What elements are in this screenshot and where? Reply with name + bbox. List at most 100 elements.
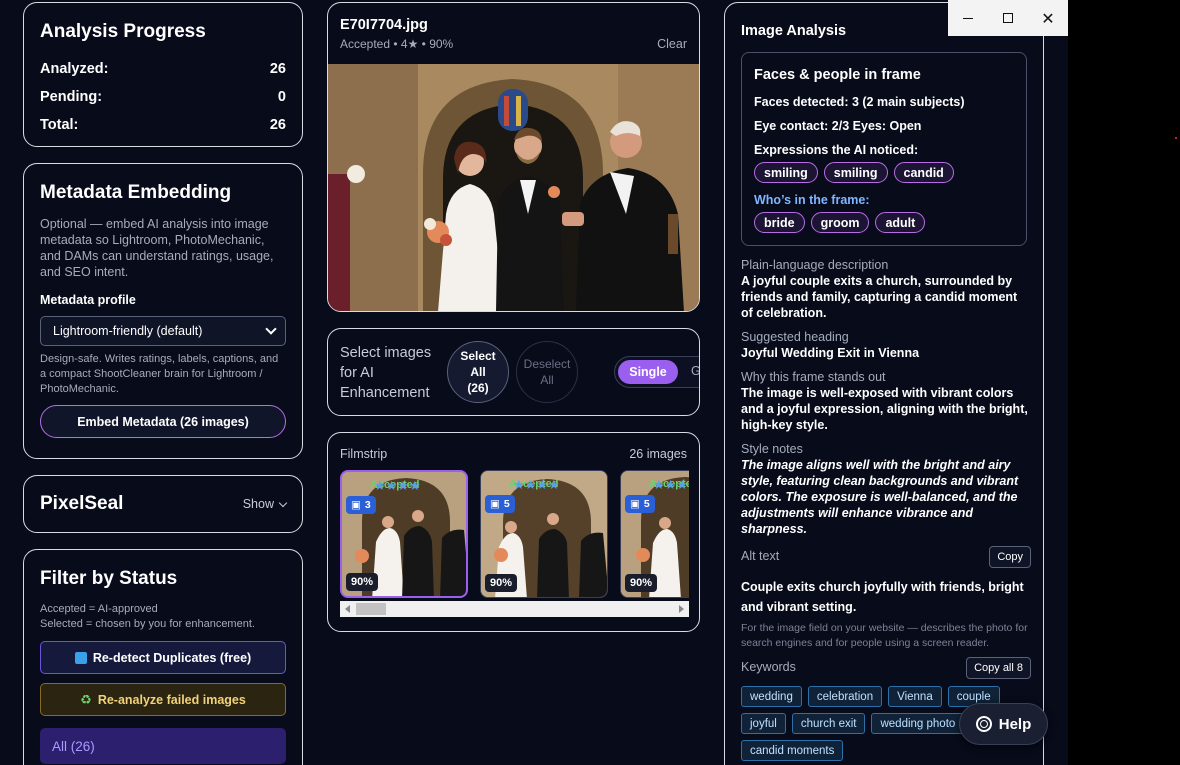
description-text: A joyful couple exits a church, surround… [741, 274, 1018, 320]
duplicates-icon: ▣ [351, 499, 361, 511]
mode-grid-option[interactable]: Grid [691, 364, 699, 378]
mode-single-option[interactable]: Single [618, 360, 678, 384]
deselect-all-button[interactable]: Deselect All [516, 341, 578, 403]
alt-text-hint: For the image field on your website — de… [741, 622, 1028, 649]
expression-pill: smiling [754, 162, 818, 183]
filmstrip-thumb[interactable]: Accepted ★★★★ ▣ 3 90% [340, 470, 468, 598]
scroll-right-arrow-icon[interactable] [679, 605, 684, 613]
metadata-profile-select[interactable]: Lightroom-friendly (default) [40, 316, 286, 346]
filter-title: Filter by Status [40, 568, 178, 589]
expressions-label: Expressions the AI noticed: [754, 143, 919, 157]
main-photo[interactable] [328, 64, 699, 311]
keyword-chip[interactable]: candid moments [741, 740, 844, 761]
minimize-button[interactable] [948, 0, 988, 36]
style-section: Style notes The image aligns well with t… [741, 442, 1031, 537]
progress-label: Pending: [40, 89, 103, 105]
progress-value: 0 [277, 89, 286, 105]
select-all-button[interactable]: Select All (26) [447, 341, 509, 403]
metadata-profile-hint: Design-safe. Writes ratings, labels, cap… [40, 353, 279, 395]
pixelseal-card[interactable]: PixelSeal Show [23, 475, 303, 533]
expression-pills: smiling smiling candid [754, 162, 1014, 183]
alt-text-label: Alt text [741, 549, 780, 563]
faces-title: Faces & people in frame [754, 67, 921, 83]
pixelseal-show-toggle[interactable]: Show [242, 497, 288, 511]
filmstrip-thumb[interactable]: Accepted ★★★★ ▣5 90% [620, 470, 689, 598]
keyword-chip[interactable]: Vienna [888, 686, 942, 707]
app-window: Analysis Progress Analyzed: 26 Pending: … [0, 0, 1068, 765]
metadata-title: Metadata Embedding [40, 182, 232, 203]
alt-text-section: Alt text Copy Couple exits church joyful… [741, 546, 1031, 651]
pixelseal-show-label: Show [242, 497, 274, 511]
metadata-profile-value: Lightroom-friendly (default) [53, 324, 203, 338]
select-all-count: (26) [467, 381, 489, 395]
style-text: The image aligns well with the bright an… [741, 458, 1019, 536]
lifebuoy-icon [975, 716, 992, 732]
redetect-duplicates-button[interactable]: Re-detect Duplicates (free) [40, 641, 286, 674]
why-text: The image is well-exposed with vibrant c… [741, 386, 1028, 432]
duplicate-badge: ▣ 5 [625, 495, 655, 513]
filmstrip-label: Filmstrip [340, 447, 388, 461]
rating-stars: ★★★★ [374, 478, 421, 493]
copy-alt-text-button[interactable]: Copy [989, 546, 1031, 568]
filter-description: Accepted = AI-approved Selected = chosen… [40, 602, 286, 632]
image-filename: E70I7704.jpg [340, 17, 428, 33]
filmstrip-thumbnails: Accepted ★★★★ ▣ 3 90% Accepted ★★★★ ▣ 5 … [340, 470, 689, 600]
faces-section: Faces & people in frame Faces detected: … [741, 52, 1027, 246]
selection-panel: Select images for AI Enhancement Select … [327, 328, 700, 416]
progress-label: Analyzed: [40, 61, 109, 77]
keyword-chip[interactable]: wedding [741, 686, 802, 707]
filmstrip-scrollbar[interactable] [340, 601, 689, 617]
progress-value: 26 [269, 117, 286, 133]
pixelseal-title: PixelSeal [40, 493, 124, 514]
heading-text: Joyful Wedding Exit in Vienna [741, 346, 920, 360]
image-status-line: Accepted • 4★ • 90% [340, 37, 454, 51]
score-badge: 90% [346, 573, 379, 591]
who-pill: adult [875, 212, 926, 233]
maximize-icon [1003, 13, 1013, 23]
faces-detected: Faces detected: 3 (2 main subjects) [754, 95, 965, 109]
score-badge: 90% [485, 574, 518, 592]
filter-status-card: Filter by Status Accepted = AI-approved … [23, 549, 303, 765]
maximize-button[interactable] [988, 0, 1028, 36]
keyword-chip[interactable]: celebration [807, 686, 883, 707]
progress-value: 26 [269, 61, 286, 77]
description-section: Plain-language description A joyful coup… [741, 258, 1031, 321]
scroll-left-arrow-icon[interactable] [345, 605, 350, 613]
view-mode-toggle[interactable]: Single Grid [614, 356, 699, 388]
heading-section: Suggested heading Joyful Wedding Exit in… [741, 330, 1031, 361]
select-all-line: Select [460, 349, 496, 363]
metadata-embedding-card: Metadata Embedding Optional — embed AI a… [23, 163, 303, 459]
who-pills: bride groom adult [754, 212, 1014, 233]
filmstrip-count: 26 images [629, 447, 687, 461]
why-label: Why this frame stands out [741, 370, 886, 384]
reanalyze-failed-button[interactable]: ♻ Re-analyze failed images [40, 683, 286, 716]
reanalyze-label: Re-analyze failed images [97, 692, 246, 707]
image-viewer-card: E70I7704.jpg Accepted • 4★ • 90% Clear [327, 2, 700, 312]
duplicates-icon: ▣ [490, 498, 500, 510]
close-icon: ✕ [1041, 8, 1055, 28]
keyword-chip[interactable]: church exit [791, 713, 866, 734]
redetect-label: Re-detect Duplicates (free) [92, 650, 252, 665]
filmstrip-thumb[interactable]: Accepted ★★★★ ▣5 90% [480, 470, 608, 598]
scrollbar-thumb[interactable] [356, 603, 386, 615]
minimize-icon [963, 17, 973, 19]
embed-metadata-button[interactable]: Embed Metadata (26 images) [40, 405, 286, 438]
close-window-button[interactable]: ✕ [1028, 0, 1068, 36]
score-badge: 90% [625, 574, 658, 592]
filmstrip-card: Filmstrip 26 images Accepted ★★★★ ▣ 3 90% [327, 432, 700, 632]
filter-tab-all[interactable]: All (26) [40, 728, 286, 764]
clear-button[interactable]: Clear [657, 37, 687, 51]
alt-text-value: Couple exits church joyfully with friend… [741, 580, 1024, 614]
cursor-dot [1175, 137, 1177, 139]
duplicate-badge: ▣ 5 [485, 495, 515, 513]
progress-title: Analysis Progress [40, 21, 206, 42]
recycle-icon: ♻ [80, 691, 92, 707]
heading-label: Suggested heading [741, 330, 849, 344]
keyword-chip[interactable]: wedding photo [871, 713, 965, 734]
keyword-chip[interactable]: joyful [741, 713, 786, 734]
filter-desc-line: Selected = chosen by you for enhancement… [40, 618, 255, 630]
style-label: Style notes [741, 442, 803, 456]
eye-contact: Eye contact: 2/3 Eyes: Open [754, 119, 922, 133]
copy-all-keywords-button[interactable]: Copy all 8 [966, 657, 1031, 679]
help-button[interactable]: Help [959, 703, 1048, 745]
